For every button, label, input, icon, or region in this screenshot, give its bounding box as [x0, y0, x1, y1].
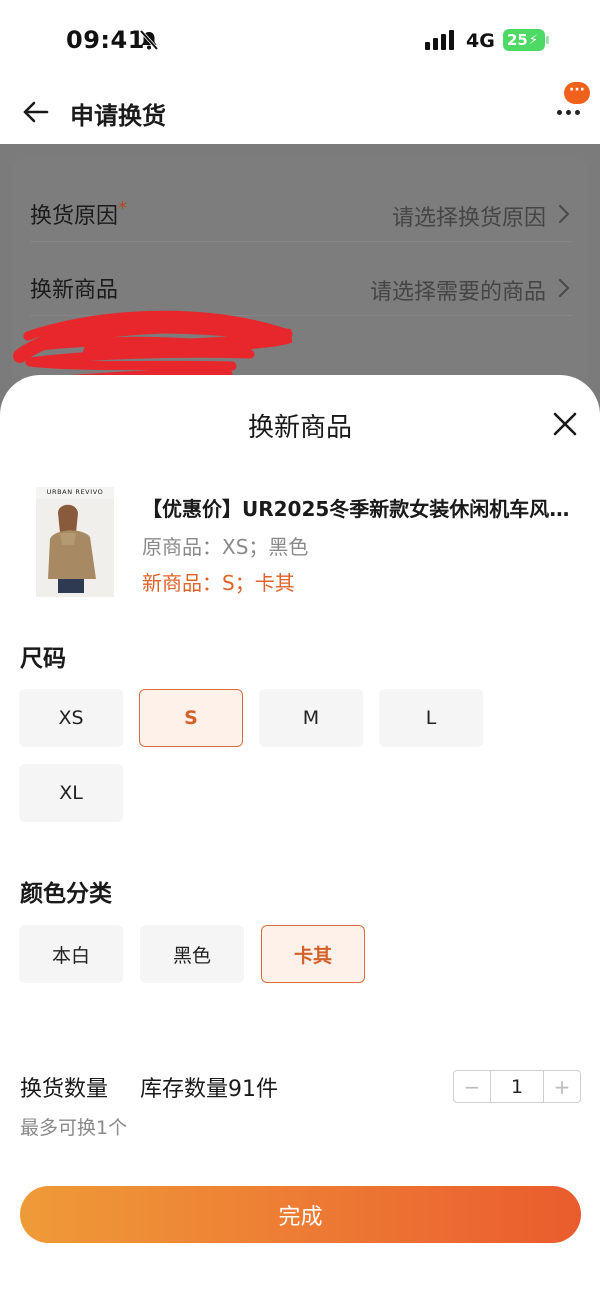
battery-cap	[546, 36, 549, 44]
chevron-right-icon	[558, 278, 570, 298]
status-time: 09:41	[66, 26, 145, 54]
network-label: 4G	[466, 30, 495, 52]
status-bar: 09:41 4G 25 ⚡	[0, 0, 600, 80]
quantity-stepper: − 1 +	[453, 1070, 581, 1103]
product-select-sheet: 换新商品 URBAN REVIVO 【优惠价】UR2025冬季新款女装休闲机车风…	[0, 375, 600, 1300]
quantity-value[interactable]: 1	[490, 1071, 544, 1102]
reason-placeholder: 请选择换货原因	[391, 206, 546, 231]
size-option-s[interactable]: S	[139, 689, 243, 747]
sheet-title: 换新商品	[247, 413, 352, 443]
color-section-title: 颜色分类	[20, 881, 112, 907]
new-product-placeholder: 请选择需要的商品	[369, 280, 546, 305]
new-spec: 新商品：S；卡其	[142, 571, 295, 595]
battery-icon: 25 ⚡	[503, 29, 545, 51]
original-spec: 原商品：XS；黑色	[142, 535, 309, 559]
required-star: *	[118, 198, 128, 219]
color-option-white[interactable]: 本白	[19, 925, 123, 983]
product-name: 【优惠价】UR2025冬季新款女装休闲机车风短款	[142, 497, 572, 521]
chevron-right-icon	[558, 204, 570, 224]
size-option-xl[interactable]: XL	[19, 764, 123, 822]
form-row-reason[interactable]: 换货原因* 请选择换货原因	[30, 168, 572, 242]
increment-button[interactable]: +	[544, 1071, 580, 1102]
size-option-l[interactable]: L	[379, 689, 483, 747]
reason-label: 换货原因*	[30, 198, 128, 229]
size-section-title: 尺码	[20, 646, 66, 672]
color-option-khaki[interactable]: 卡其	[261, 925, 365, 983]
page-header: 申请换货	[0, 80, 600, 144]
decrement-button[interactable]: −	[454, 1071, 490, 1102]
message-badge[interactable]: ···	[564, 82, 590, 104]
battery-level: 25	[507, 31, 528, 49]
charging-bolt-icon: ⚡	[528, 32, 539, 48]
stock-label: 库存数量91件	[140, 1077, 278, 1102]
close-icon[interactable]	[552, 411, 578, 437]
back-arrow-icon[interactable]	[20, 96, 52, 128]
more-dots-icon[interactable]	[557, 110, 580, 115]
limit-label: 最多可换1个	[20, 1117, 128, 1139]
product-image: URBAN REVIVO	[36, 487, 114, 597]
product-photo-illustration	[36, 499, 114, 597]
bell-muted-icon	[139, 29, 159, 51]
size-option-xs[interactable]: XS	[19, 689, 123, 747]
page-title: 申请换货	[70, 102, 166, 130]
done-button[interactable]: 完成	[20, 1186, 581, 1243]
color-option-black[interactable]: 黑色	[140, 925, 244, 983]
signal-icon	[425, 30, 454, 50]
quantity-label: 换货数量	[20, 1077, 109, 1102]
size-option-m[interactable]: M	[259, 689, 363, 747]
